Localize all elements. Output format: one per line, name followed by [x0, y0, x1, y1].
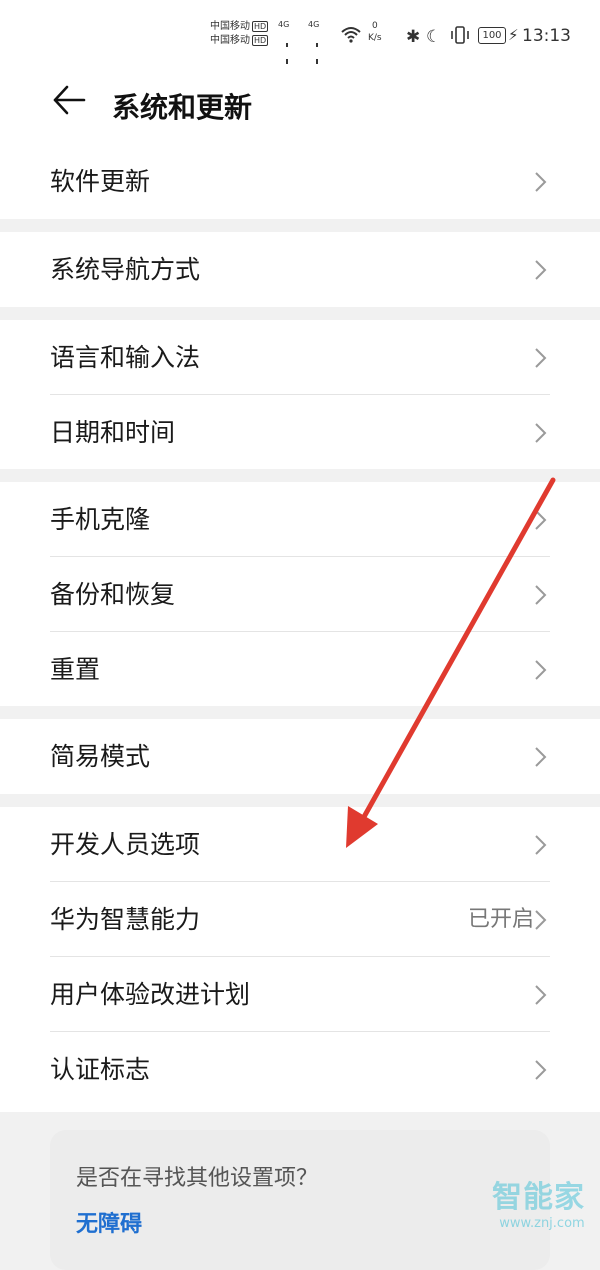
carrier-2: 中国移动 [210, 35, 250, 46]
item-label: 手机克隆 [50, 505, 151, 534]
settings-item-huawei-ai[interactable]: 华为智慧能力 已开启 [0, 882, 600, 957]
item-label: 用户体验改进计划 [50, 980, 251, 1009]
status-bar: 中国移动 HD 中国移动 HD 4G 4G 0 K/s ✱ ☾ 100 ⚡ 13:1… [0, 0, 600, 104]
item-label: 备份和恢复 [50, 580, 176, 609]
settings-item-certification[interactable]: 认证标志 [0, 1032, 600, 1107]
item-label: 软件更新 [50, 167, 151, 196]
settings-item-user-experience[interactable]: 用户体验改进计划 [0, 957, 600, 1032]
item-label: 系统导航方式 [50, 255, 201, 284]
hd-badge: HD [252, 35, 269, 46]
watermark-brand: 智能家 [492, 1180, 585, 1215]
settings-group: 语言和输入法 日期和时间 [0, 320, 600, 469]
bluetooth-icon: ✱ [406, 27, 421, 47]
chevron-right-icon [535, 985, 547, 1005]
back-arrow-icon[interactable] [50, 80, 90, 120]
item-label: 重置 [50, 655, 101, 684]
item-label: 日期和时间 [50, 418, 176, 447]
settings-group: 系统导航方式 [0, 232, 600, 307]
chevron-right-icon [535, 835, 547, 855]
page-title: 系统和更新 [112, 91, 253, 124]
clock: 13:13 [522, 26, 571, 46]
chevron-right-icon [535, 172, 547, 192]
status-value: 已开启 [467, 907, 534, 932]
item-label: 华为智慧能力 [50, 905, 201, 934]
settings-group: 手机克隆 备份和恢复 重置 [0, 482, 600, 706]
network-speed: 0 K/s [368, 21, 382, 43]
settings-item-reset[interactable]: 重置 [0, 632, 600, 707]
suggestion-card: 是否在寻找其他设置项？ 无障碍 [50, 1130, 550, 1270]
charging-icon: ⚡ [508, 26, 519, 44]
carrier-1: 中国移动 [210, 21, 250, 32]
chevron-right-icon [535, 1060, 547, 1080]
chevron-right-icon [535, 660, 547, 680]
chevron-right-icon [535, 423, 547, 443]
settings-item-navigation[interactable]: 系统导航方式 [0, 232, 600, 307]
settings-item-simple-mode[interactable]: 简易模式 [0, 719, 600, 794]
item-label: 认证标志 [50, 1055, 151, 1084]
watermark: 智能家 www.znj.com [492, 1172, 592, 1231]
settings-item-language-input[interactable]: 语言和输入法 [0, 320, 600, 395]
chevron-right-icon [535, 348, 547, 368]
accessibility-link[interactable]: 无障碍 [76, 1206, 142, 1238]
item-label: 语言和输入法 [50, 343, 201, 372]
vibrate-icon [451, 26, 469, 44]
chevron-right-icon [535, 260, 547, 280]
suggestion-question: 是否在寻找其他设置项？ [76, 1166, 319, 1191]
battery-icon: 100 [478, 27, 506, 44]
settings-group: 开发人员选项 华为智慧能力 已开启 用户体验改进计划 认证标志 [0, 807, 600, 1112]
chevron-right-icon [535, 510, 547, 530]
settings-group: 软件更新 [0, 144, 600, 219]
settings-item-backup-restore[interactable]: 备份和恢复 [0, 557, 600, 632]
carrier-info: 中国移动 HD 中国移动 HD [210, 20, 269, 48]
chevron-right-icon [535, 910, 547, 930]
item-label: 简易模式 [50, 742, 151, 771]
settings-item-developer-options[interactable]: 开发人员选项 [0, 807, 600, 882]
settings-item-phone-clone[interactable]: 手机克隆 [0, 482, 600, 557]
item-label: 开发人员选项 [50, 830, 201, 859]
settings-group: 简易模式 [0, 719, 600, 794]
moon-icon: ☾ [426, 27, 442, 47]
title-bar: 系统和更新 [0, 64, 600, 144]
chevron-right-icon [535, 747, 547, 767]
watermark-url: www.znj.com [499, 1216, 585, 1231]
wifi-icon [341, 27, 361, 43]
settings-item-software-update[interactable]: 软件更新 [0, 144, 600, 219]
chevron-right-icon [535, 585, 547, 605]
hd-badge: HD [252, 21, 269, 32]
settings-item-date-time[interactable]: 日期和时间 [0, 395, 600, 470]
